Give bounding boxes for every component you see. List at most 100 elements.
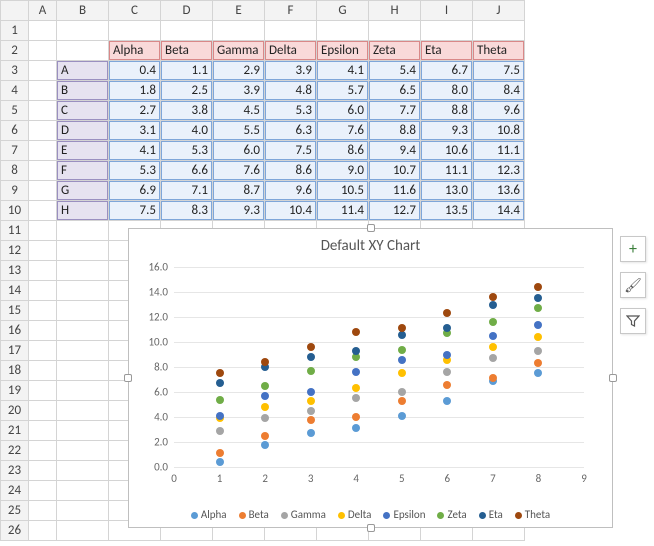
cell[interactable]: 4.1 [109,141,161,161]
cell[interactable] [29,21,57,41]
row-header[interactable]: 24 [1,481,29,501]
row-header[interactable]: 5 [1,101,29,121]
row-header[interactable]: 13 [1,261,29,281]
cell[interactable]: 7.5 [473,61,525,81]
data-point[interactable] [489,318,497,326]
cell[interactable] [265,21,317,41]
data-point[interactable] [398,388,406,396]
cell[interactable]: 8.8 [369,121,421,141]
row-header[interactable]: 14 [1,281,29,301]
cell[interactable]: 0.4 [109,61,161,81]
cell[interactable] [473,21,525,41]
data-point[interactable] [352,347,360,355]
cell[interactable] [29,401,57,421]
cell[interactable]: 2.9 [213,61,265,81]
cell[interactable] [57,441,109,461]
chart-title[interactable]: Default XY Chart [129,229,612,259]
data-point[interactable] [443,324,451,332]
cell[interactable]: 5.7 [317,81,369,101]
row-header[interactable]: 8 [1,161,29,181]
legend-item[interactable]: Zeta [437,508,466,521]
cell[interactable]: 7.7 [369,101,421,121]
resize-handle-left[interactable] [124,374,132,382]
cell[interactable]: C [57,101,109,121]
cell[interactable]: 7.5 [265,141,317,161]
data-point[interactable] [443,309,451,317]
cell[interactable] [29,421,57,441]
cell[interactable]: 7.6 [213,161,265,181]
cell[interactable]: 9.4 [369,141,421,161]
cell[interactable]: B [57,81,109,101]
legend-item[interactable]: Beta [239,508,269,521]
data-point[interactable] [216,449,224,457]
cell[interactable]: 2.7 [109,101,161,121]
data-point[interactable] [352,394,360,402]
cell[interactable] [29,461,57,481]
chart-legend[interactable]: AlphaBetaGammaDeltaEpsilonZetaEtaTheta [129,508,612,521]
cell[interactable]: 4.0 [161,121,213,141]
cell[interactable]: 9.3 [213,201,265,221]
data-point[interactable] [216,369,224,377]
cell[interactable] [29,261,57,281]
row-header[interactable]: 20 [1,401,29,421]
cell[interactable] [57,301,109,321]
cell[interactable] [57,521,109,541]
legend-item[interactable]: Alpha [191,508,227,521]
data-point[interactable] [216,427,224,435]
cell[interactable] [29,441,57,461]
cell[interactable] [57,481,109,501]
cell[interactable]: 8.8 [421,101,473,121]
cell[interactable] [29,61,57,81]
data-point[interactable] [216,412,224,420]
cell[interactable]: D [57,121,109,141]
row-header[interactable]: 9 [1,181,29,201]
cell[interactable] [57,381,109,401]
data-point[interactable] [534,294,542,302]
column-header[interactable]: G [317,1,369,21]
cell[interactable] [57,261,109,281]
cell[interactable]: 12.3 [473,161,525,181]
cell[interactable]: 2.5 [161,81,213,101]
cell[interactable]: 8.0 [421,81,473,101]
row-header[interactable]: 16 [1,321,29,341]
cell[interactable]: 6.5 [369,81,421,101]
data-point[interactable] [398,346,406,354]
cell[interactable]: Delta [265,41,317,61]
data-point[interactable] [216,458,224,466]
cell[interactable]: 13.5 [421,201,473,221]
cell[interactable]: G [57,181,109,201]
cell[interactable]: 6.0 [317,101,369,121]
legend-item[interactable]: Theta [515,508,550,521]
cell[interactable]: 9.0 [317,161,369,181]
row-header[interactable]: 26 [1,521,29,541]
cell[interactable]: 6.6 [161,161,213,181]
row-header[interactable]: 12 [1,241,29,261]
cell[interactable]: 7.6 [317,121,369,141]
cell[interactable] [29,121,57,141]
cell[interactable]: 4.8 [265,81,317,101]
cell[interactable]: 9.3 [421,121,473,141]
legend-item[interactable]: Eta [479,508,503,521]
cell[interactable]: 5.4 [369,61,421,81]
cell[interactable]: H [57,201,109,221]
data-point[interactable] [489,301,497,309]
data-point[interactable] [489,343,497,351]
cell[interactable] [29,341,57,361]
cell[interactable] [29,501,57,521]
cell[interactable]: 4.1 [317,61,369,81]
cell[interactable]: 5.5 [213,121,265,141]
data-point[interactable] [307,407,315,415]
cell[interactable]: 10.8 [473,121,525,141]
row-header[interactable]: 4 [1,81,29,101]
row-header[interactable]: 2 [1,41,29,61]
cell[interactable] [29,521,57,541]
cell[interactable]: 9.6 [265,181,317,201]
cell[interactable]: Alpha [109,41,161,61]
cell[interactable]: 1.1 [161,61,213,81]
cell[interactable]: Theta [473,41,525,61]
data-point[interactable] [307,353,315,361]
legend-item[interactable]: Epsilon [383,508,425,521]
resize-handle-bottom[interactable] [367,524,375,532]
cell[interactable] [29,181,57,201]
resize-handle-right[interactable] [609,374,617,382]
